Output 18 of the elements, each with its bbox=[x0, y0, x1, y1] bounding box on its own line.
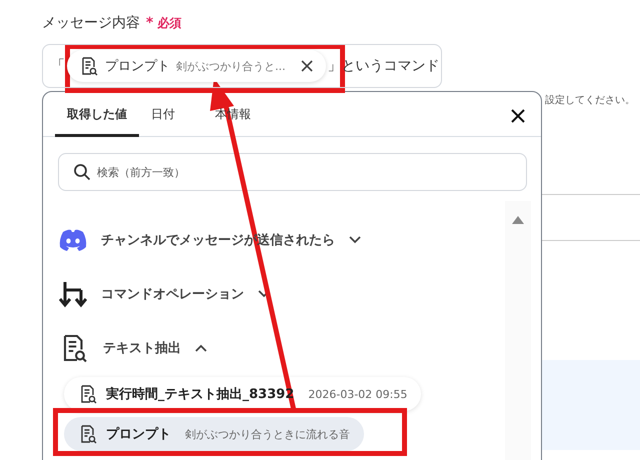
group-toggle[interactable]: コマンドオペレーション bbox=[101, 285, 244, 303]
chevron-up-icon[interactable] bbox=[195, 344, 207, 352]
value-item[interactable]: プロンプト 剣がぶつかり合うときに流れる音 bbox=[64, 417, 364, 451]
field-label: メッセージ内容 bbox=[42, 14, 140, 32]
search-icon bbox=[73, 163, 91, 181]
game-controller-icon bbox=[59, 229, 87, 251]
close-icon[interactable] bbox=[510, 108, 526, 124]
scroll-up-icon[interactable] bbox=[511, 215, 525, 225]
group-toggle[interactable]: テキスト抽出 bbox=[103, 339, 181, 357]
branch-arrows-icon bbox=[59, 280, 87, 308]
hint-text: 設定してください。 bbox=[545, 94, 635, 107]
tab[interactable]: 取得した値 bbox=[55, 106, 139, 137]
search-field[interactable]: 検索（前方一致） bbox=[58, 153, 527, 191]
close-icon[interactable] bbox=[300, 59, 314, 73]
required-label: * 必須 bbox=[146, 14, 182, 32]
scrollbar[interactable] bbox=[505, 201, 531, 460]
chevron-down-icon[interactable] bbox=[349, 236, 361, 244]
tab[interactable]: 日付 bbox=[139, 106, 187, 137]
